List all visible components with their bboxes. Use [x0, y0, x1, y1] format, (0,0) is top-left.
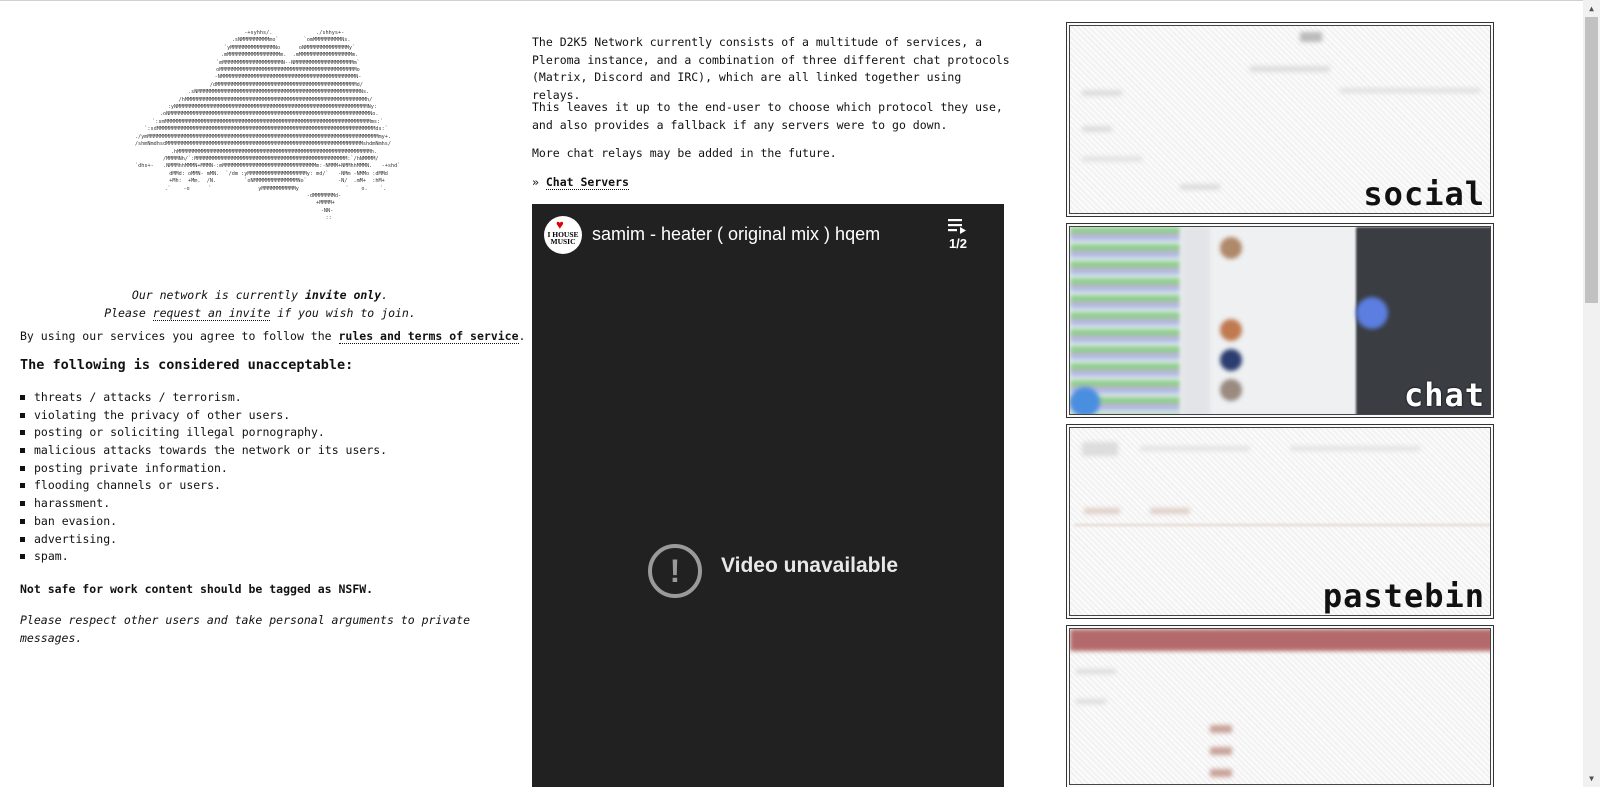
bullet — [20, 395, 25, 400]
intro-paragraph-3: More chat relays may be added in the fut… — [532, 146, 837, 160]
bullet — [20, 448, 25, 454]
terms-agreement: By using our services you agree to follo… — [20, 329, 526, 344]
service-label-pastebin: pastebin — [1322, 577, 1485, 615]
bullet — [20, 483, 25, 489]
list-item: flooding channels or users. — [20, 477, 387, 495]
service-card-4[interactable] — [1066, 625, 1494, 787]
intro-paragraph-1: The D2K5 Network currently consists of a… — [532, 35, 1010, 102]
channel-avatar[interactable]: ♥ I HOUSE MUSIC — [544, 216, 582, 254]
service-card-social[interactable]: social — [1066, 22, 1494, 217]
bullet — [20, 501, 25, 507]
playlist-position: 1/2 — [948, 236, 968, 251]
list-item: threats / attacks / terrorism. — [20, 389, 387, 407]
scrollbar-thumb[interactable] — [1585, 17, 1598, 303]
scroll-up-icon[interactable]: ▲ — [1583, 0, 1600, 17]
youtube-embed[interactable]: ♥ I HOUSE MUSIC samim - heater ( origina… — [532, 204, 1004, 787]
service-4-preview-image — [1069, 628, 1491, 785]
vertical-scrollbar[interactable]: ▲ ▼ — [1583, 0, 1600, 787]
request-invite-link[interactable]: request an invite — [152, 306, 271, 321]
invite-line-2: Please request an invite if you wish to … — [104, 306, 416, 321]
bullet — [20, 518, 25, 524]
video-error-message: Video unavailable — [721, 554, 899, 577]
video-title[interactable]: samim - heater ( original mix ) hqem — [592, 224, 880, 245]
nsfw-note: Not safe for work content should be tagg… — [20, 582, 374, 596]
service-card-pastebin[interactable]: pastebin — [1066, 424, 1494, 619]
list-item: harassment. — [20, 495, 387, 513]
bullet — [20, 554, 25, 560]
service-card-chat[interactable]: chat — [1066, 223, 1494, 418]
playlist-button[interactable]: 1/2 — [938, 218, 978, 251]
service-label-chat: chat — [1403, 376, 1485, 414]
rules-list: threats / attacks / terrorism. violating… — [20, 389, 387, 566]
list-item: posting private information. — [20, 460, 387, 478]
chat-servers-line: » Chat Servers — [532, 175, 629, 190]
list-item: violating the privacy of other users. — [20, 407, 387, 425]
invite-line-1: Our network is currently invite only. — [131, 288, 389, 302]
scroll-down-icon[interactable]: ▼ — [1583, 770, 1600, 787]
list-item: malicious attacks towards the network or… — [20, 442, 387, 460]
video-error: ! Video unavailable — [648, 544, 948, 598]
chat-servers-link[interactable]: Chat Servers — [545, 175, 629, 190]
service-label-social: social — [1363, 175, 1485, 213]
invite-notice: Our network is currently invite only. Pl… — [20, 286, 500, 322]
bullet — [20, 465, 25, 471]
alert-icon: ! — [648, 544, 702, 598]
list-item: ban evasion. — [20, 513, 387, 531]
intro-paragraph-2: This leaves it up to the end-user to cho… — [532, 100, 1003, 132]
top-border — [0, 0, 1583, 1]
playlist-icon — [948, 219, 966, 234]
respect-note: Please respect other users and take pers… — [20, 613, 471, 645]
unacceptable-heading: The following is considered unacceptable… — [20, 357, 354, 373]
bullet — [20, 412, 25, 418]
list-item: spam. — [20, 548, 387, 566]
list-item: posting or soliciting illegal pornograph… — [20, 424, 387, 442]
rules-terms-link[interactable]: rules and terms of service — [338, 329, 519, 344]
list-item: advertising. — [20, 531, 387, 549]
bullet — [20, 430, 25, 436]
channel-logo-text: I HOUSE MUSIC — [547, 230, 579, 246]
ascii-art-logo: -+syhhs/. ./shhys+- .sNMMMMMMMMMmo` `omM… — [134, 30, 401, 222]
bullet — [20, 536, 25, 542]
